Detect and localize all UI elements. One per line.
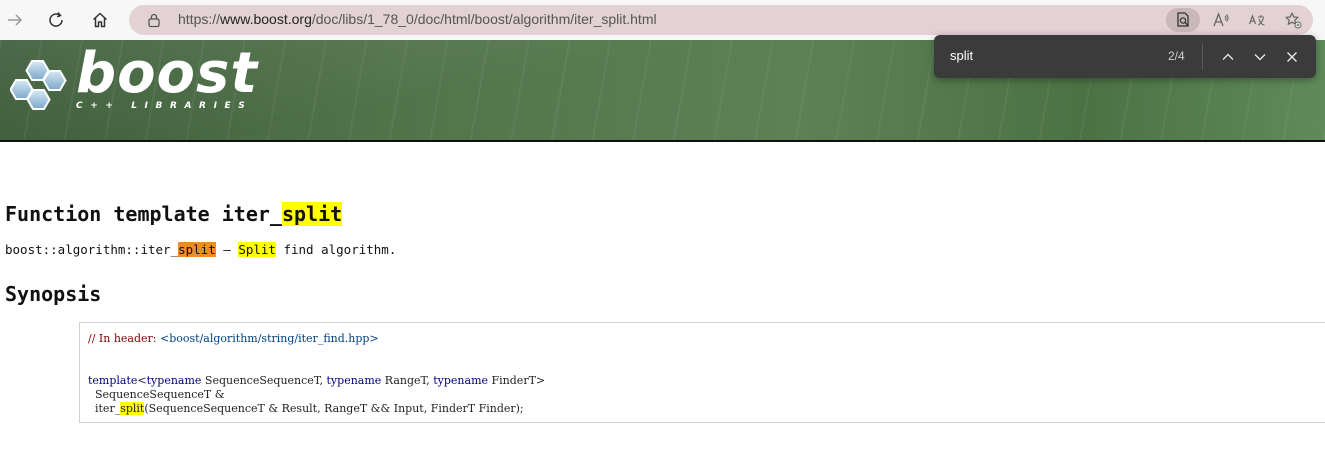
refresh-icon [49,12,63,27]
synopsis-heading: Synopsis [5,282,102,306]
code-function-name: iter_ [88,402,121,415]
find-separator [1202,43,1203,70]
chevron-down-icon [1254,54,1266,61]
lock-icon[interactable] [146,12,162,28]
find-on-page-button[interactable] [1166,8,1200,32]
refpurpose: boost::algorithm::iter_split — Split fin… [5,242,396,257]
search-match-highlight: Split [238,242,276,257]
code-param-2: RangeT, [381,374,434,387]
code-keyword-typename: typename [326,374,382,387]
find-match-count: 2/4 [1168,49,1185,63]
code-function-params: (SequenceSequenceT & Result, RangeT && I… [144,402,524,415]
refpurpose-dash: — [215,242,239,257]
close-icon [1287,52,1297,62]
code-line-template: template<typename SequenceSequenceT, typ… [88,374,545,387]
header-link[interactable]: <boost/algorithm/string/iter_find.hpp> [160,332,379,345]
refpurpose-name: boost::algorithm::iter_ [5,242,179,257]
url-scheme: https:// [178,11,221,27]
translate-icon [1248,14,1265,26]
find-bar: split 2/4 [934,35,1316,78]
search-match-highlight: split [120,402,145,415]
find-on-page-icon [1177,12,1189,27]
find-close-button[interactable] [1281,46,1303,68]
arrow-right-icon [8,14,23,26]
read-aloud-button[interactable] [1204,8,1238,32]
find-input[interactable]: split [950,48,973,63]
chevron-up-icon [1222,53,1234,60]
home-button[interactable] [85,5,115,35]
code-param-3: FinderT> [488,374,546,387]
code-keyword-template: template [88,374,138,387]
code-keyword-typename: typename [433,374,489,387]
code-param-1: SequenceSequenceT, [201,374,327,387]
translate-button[interactable] [1240,8,1274,32]
url-host: www.boost.org [220,11,312,27]
code-keyword-typename: typename [146,374,202,387]
code-comment: // In header: [88,332,160,345]
code-lt: < [137,374,147,387]
add-favorite-button[interactable] [1276,8,1310,32]
browser-toolbar: https://www.boost.org/doc/libs/1_78_0/do… [0,0,1325,40]
search-match-current: split [178,242,216,257]
find-next-button[interactable] [1249,46,1271,68]
address-bar[interactable]: https://www.boost.org/doc/libs/1_78_0/do… [129,5,1313,35]
star-plus-icon [1285,12,1302,29]
url-text[interactable]: https://www.boost.org/doc/libs/1_78_0/do… [178,11,657,27]
forward-button[interactable] [0,5,30,35]
search-match-highlight: split [281,202,343,226]
banner-divider [0,140,1325,142]
boost-logo-text[interactable]: boost [76,42,258,106]
home-icon [92,12,108,28]
url-path: /doc/libs/1_78_0/doc/html/boost/algorith… [311,11,657,27]
refresh-button[interactable] [41,5,71,35]
find-previous-button[interactable] [1217,46,1239,68]
refpurpose-description: find algorithm. [275,242,397,257]
read-aloud-icon [1213,12,1229,27]
code-line-function: iter_split(SequenceSequenceT & Result, R… [88,402,524,415]
page-title: Function template iter_split [5,202,343,226]
code-line-return-type: SequenceSequenceT & [88,388,225,401]
page-title-text: Function template iter_ [5,202,282,226]
boost-logo-subtitle: C++ LIBRARIES [76,101,253,111]
code-line-header: // In header: <boost/algorithm/string/it… [88,332,379,345]
boost-hexagon-logo-icon[interactable] [10,58,74,114]
synopsis-code-block: // In header: <boost/algorithm/string/it… [79,322,1325,423]
